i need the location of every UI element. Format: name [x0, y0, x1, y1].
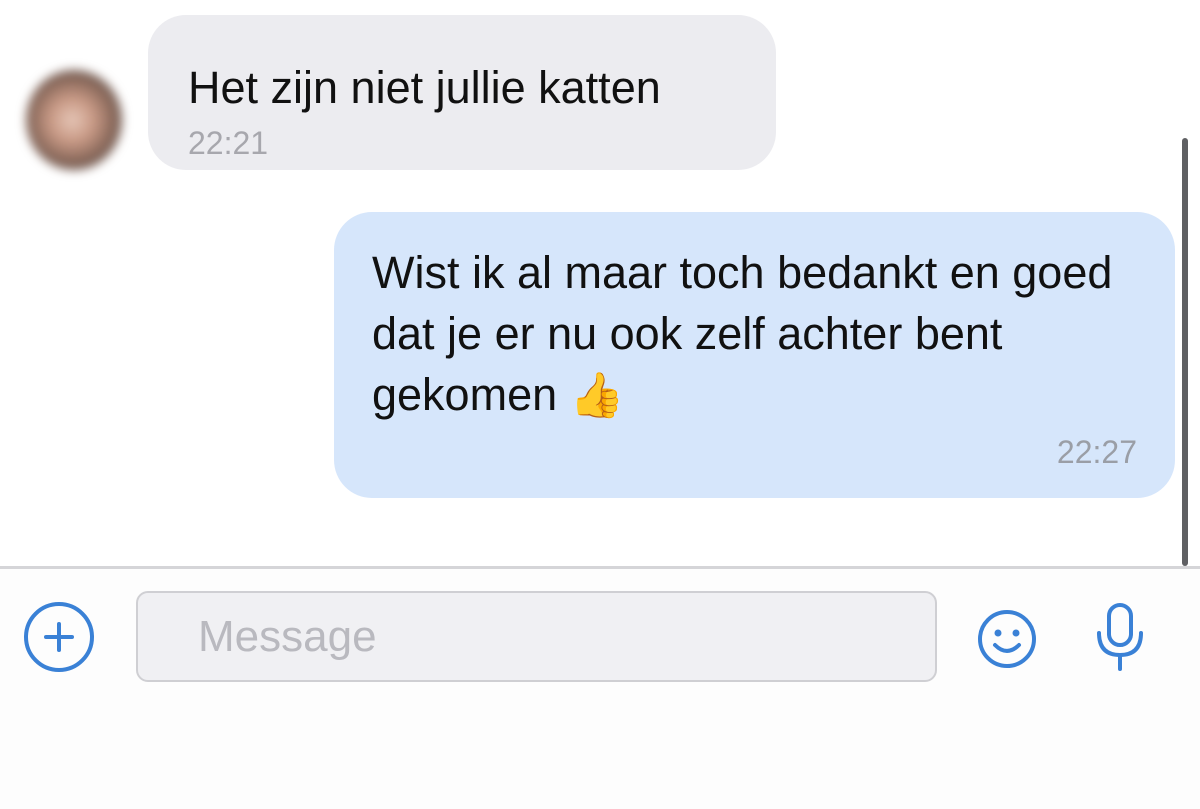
- microphone-icon[interactable]: [1090, 599, 1150, 679]
- message-field[interactable]: [136, 591, 937, 682]
- plus-circle-icon[interactable]: [24, 602, 94, 672]
- outgoing-message-bubble[interactable]: Wist ik al maar toch bedankt en goed dat…: [334, 212, 1175, 498]
- thumbs-up-emoji: 👍: [569, 371, 625, 420]
- outgoing-message-text: Wist ik al maar toch bedankt en goed dat…: [372, 247, 1113, 420]
- smiley-icon[interactable]: [975, 607, 1039, 671]
- incoming-message-time: 22:21: [188, 125, 269, 161]
- avatar[interactable]: [26, 70, 122, 170]
- message-input[interactable]: [138, 593, 935, 680]
- outgoing-message-text-block: Wist ik al maar toch bedankt en goed dat…: [372, 242, 1152, 426]
- chat-area[interactable]: Het zijn niet jullie katten 22:21 Wist i…: [0, 0, 1200, 567]
- composer-bar: [0, 569, 1200, 809]
- incoming-message-text: Het zijn niet jullie katten: [188, 62, 661, 113]
- outgoing-message-time: 22:27: [1056, 434, 1137, 470]
- scrollbar[interactable]: [1182, 138, 1188, 566]
- incoming-message-bubble[interactable]: Het zijn niet jullie katten 22:21: [148, 15, 776, 170]
